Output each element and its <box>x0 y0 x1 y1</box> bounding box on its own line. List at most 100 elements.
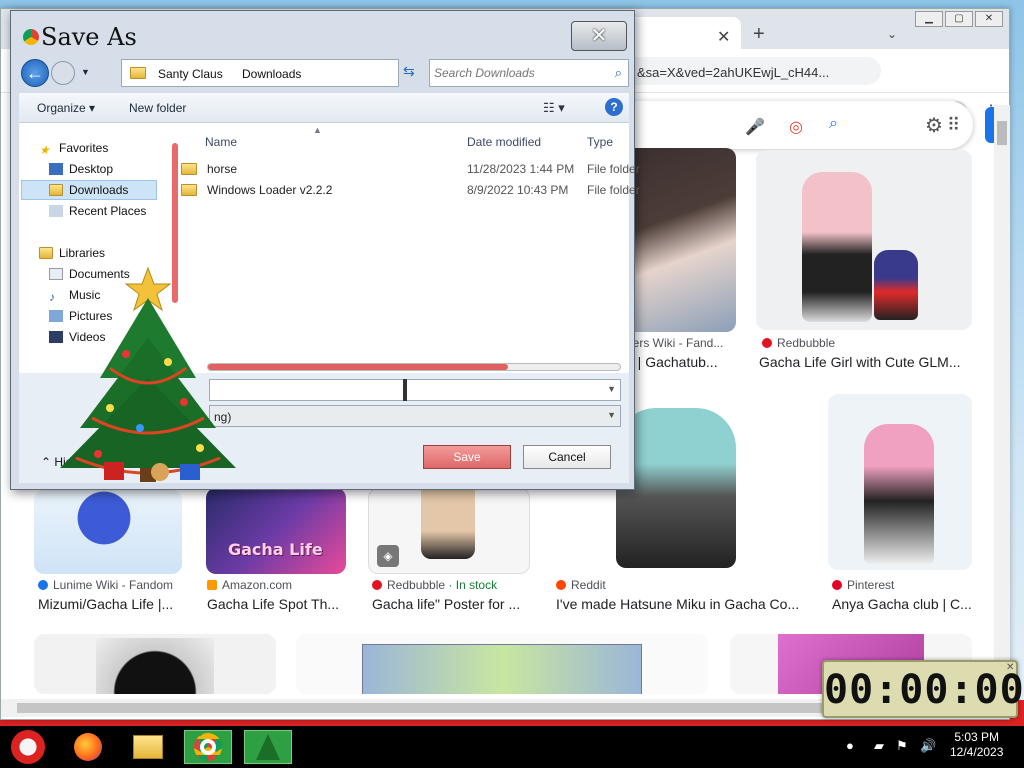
save-as-type-select[interactable]: ng) ▼ <box>209 405 621 427</box>
nav-favorites[interactable]: ★ Favorites <box>39 141 109 157</box>
result-source-text: Lunime Wiki - Fandom <box>53 578 174 592</box>
folder-icon <box>130 67 146 79</box>
forward-button[interactable] <box>51 61 75 85</box>
recent-locations-dropdown[interactable]: ▼ <box>81 67 90 77</box>
h-scroll-thumb[interactable] <box>17 703 907 713</box>
search-input[interactable] <box>434 63 604 83</box>
column-date-modified[interactable]: Date modified <box>467 135 541 149</box>
breadcrumb[interactable]: Santy Claus Downloads ▼ <box>121 59 495 87</box>
result-image[interactable] <box>296 634 708 694</box>
result-image[interactable]: Gacha Life <box>206 488 346 574</box>
result-title[interactable]: Gacha Life Spot Th... <box>207 596 357 612</box>
file-list-scroll-thumb[interactable] <box>208 364 508 370</box>
recent-places-icon <box>49 205 63 217</box>
cancel-button[interactable]: Cancel <box>523 445 611 469</box>
santa-start-icon <box>11 730 45 764</box>
chrome-taskbar-button[interactable] <box>184 730 232 764</box>
result-source[interactable]: Reddit <box>556 578 606 592</box>
column-name[interactable]: Name <box>205 135 237 149</box>
help-icon[interactable]: ? <box>605 98 623 116</box>
tray-dot-icon[interactable]: ● <box>846 738 854 753</box>
nav-downloads-row[interactable]: Downloads <box>49 183 128 197</box>
result-source[interactable]: Amazon.com <box>207 578 292 592</box>
taskbar: ● ▰ ⚑ 🔊 5:03 PM 12/4/2023 <box>0 726 1024 768</box>
result-title[interactable]: Mizumi/Gacha Life |... <box>38 596 188 612</box>
breadcrumb-item[interactable]: Downloads <box>242 67 301 81</box>
window-controls: ▁ ▢ ✕ <box>915 11 1003 27</box>
network-icon[interactable]: ▰ <box>874 738 884 754</box>
result-source[interactable]: Redbubble · In stock <box>372 578 497 592</box>
christmas-tree-taskbar-button[interactable] <box>244 730 292 764</box>
result-source[interactable]: Pinterest <box>832 578 894 592</box>
volume-icon[interactable]: 🔊 <box>920 738 936 754</box>
refresh-icon[interactable]: ⇆ <box>403 63 415 80</box>
nav-downloads-label: Downloads <box>69 183 129 197</box>
search-icon[interactable]: ⌕ <box>615 65 622 81</box>
search-box: ⌕ <box>429 59 629 87</box>
image-banner-text: Gacha Life <box>228 540 323 559</box>
result-title[interactable]: e | Gachatub... <box>626 354 746 370</box>
result-source[interactable]: bers Wiki - Fand... <box>626 336 723 350</box>
timer-close-icon[interactable]: ✕ <box>1006 662 1014 673</box>
file-name-field[interactable]: ▼ <box>209 379 621 401</box>
mic-icon[interactable]: 🎤 <box>745 117 765 137</box>
result-image[interactable]: ◈ <box>368 488 530 574</box>
close-window-button[interactable]: ✕ <box>975 11 1003 27</box>
tab-close-button[interactable]: ✕ <box>717 27 730 47</box>
settings-gear-icon[interactable]: ⚙ <box>925 113 943 138</box>
file-type: File folder <box>587 183 640 197</box>
result-image[interactable] <box>756 150 972 330</box>
save-as-type-dropdown-icon[interactable]: ▼ <box>607 410 616 420</box>
nav-desktop[interactable]: Desktop <box>49 162 113 176</box>
google-search-box[interactable] <box>601 101 973 149</box>
maximize-button[interactable]: ▢ <box>945 11 973 27</box>
countdown-timer[interactable]: 00:00:00 <box>822 660 1024 718</box>
view-options-icon[interactable]: ☷ ▾ <box>543 100 565 116</box>
save-button[interactable]: Save <box>423 445 511 469</box>
new-folder-button[interactable]: New folder <box>129 101 186 115</box>
new-tab-button[interactable]: + <box>753 23 765 46</box>
breadcrumb-item[interactable]: Santy Claus <box>158 67 223 81</box>
nav-favorites-label: Favorites <box>59 141 109 155</box>
result-source[interactable]: Lunime Wiki - Fandom <box>38 578 173 592</box>
file-list-scrollbar[interactable] <box>207 363 621 371</box>
file-explorer-taskbar-button[interactable] <box>124 730 172 764</box>
start-button[interactable] <box>4 730 52 764</box>
minimize-button[interactable]: ▁ <box>915 11 943 27</box>
file-name-dropdown-icon[interactable]: ▼ <box>607 384 616 394</box>
file-row[interactable]: horse 11/28/2023 1:44 PM File folder <box>179 159 640 179</box>
result-image[interactable] <box>34 634 276 694</box>
apps-grid-icon[interactable]: ⠿ <box>947 115 960 136</box>
column-type[interactable]: Type <box>587 135 613 149</box>
vertical-scrollbar[interactable] <box>994 105 1010 705</box>
file-row[interactable]: Windows Loader v2.2.2 8/9/2022 10:43 PM … <box>179 180 640 200</box>
result-source[interactable]: Redbubble <box>762 336 835 350</box>
result-image[interactable] <box>828 394 972 570</box>
tag-icon: ◈ <box>377 545 399 567</box>
firefox-icon <box>74 733 102 761</box>
result-image[interactable] <box>34 490 182 574</box>
flag-icon[interactable]: ⚑ <box>896 738 908 754</box>
result-title[interactable]: I've made Hatsune Miku in Gacha Co... <box>556 596 806 612</box>
firefox-taskbar-button[interactable] <box>64 730 112 764</box>
in-stock-label: · In stock <box>448 578 498 592</box>
clock[interactable]: 5:03 PM 12/4/2023 <box>950 730 1003 760</box>
file-date: 8/9/2022 10:43 PM <box>467 183 569 197</box>
nav-recent-places[interactable]: Recent Places <box>49 204 146 218</box>
result-title[interactable]: Anya Gacha club | C... <box>832 596 982 612</box>
dialog-command-bar: Organize ▾ New folder ☷ ▾ ? <box>19 93 629 123</box>
result-title[interactable]: Gacha Life Girl with Cute GLM... <box>759 354 969 370</box>
tab-search-button[interactable]: ⌄ <box>887 27 897 41</box>
dialog-close-button[interactable]: ✕ <box>571 21 627 51</box>
organize-button[interactable]: Organize ▾ <box>37 101 95 115</box>
tree-icon <box>256 734 280 760</box>
dialog-navigation-bar: ← ▼ Santy Claus Downloads ▼ ⇆ ⌕ <box>19 57 629 89</box>
result-title[interactable]: Gacha life" Poster for ... <box>372 596 534 612</box>
clock-time: 5:03 PM <box>954 730 1000 744</box>
folder-icon <box>181 184 197 196</box>
search-icon[interactable]: ⌕ <box>829 115 838 133</box>
result-source-text: Redbubble <box>387 578 446 592</box>
lens-icon[interactable]: ◎ <box>789 117 803 137</box>
scroll-thumb[interactable] <box>997 121 1007 145</box>
back-button[interactable]: ← <box>21 59 49 87</box>
